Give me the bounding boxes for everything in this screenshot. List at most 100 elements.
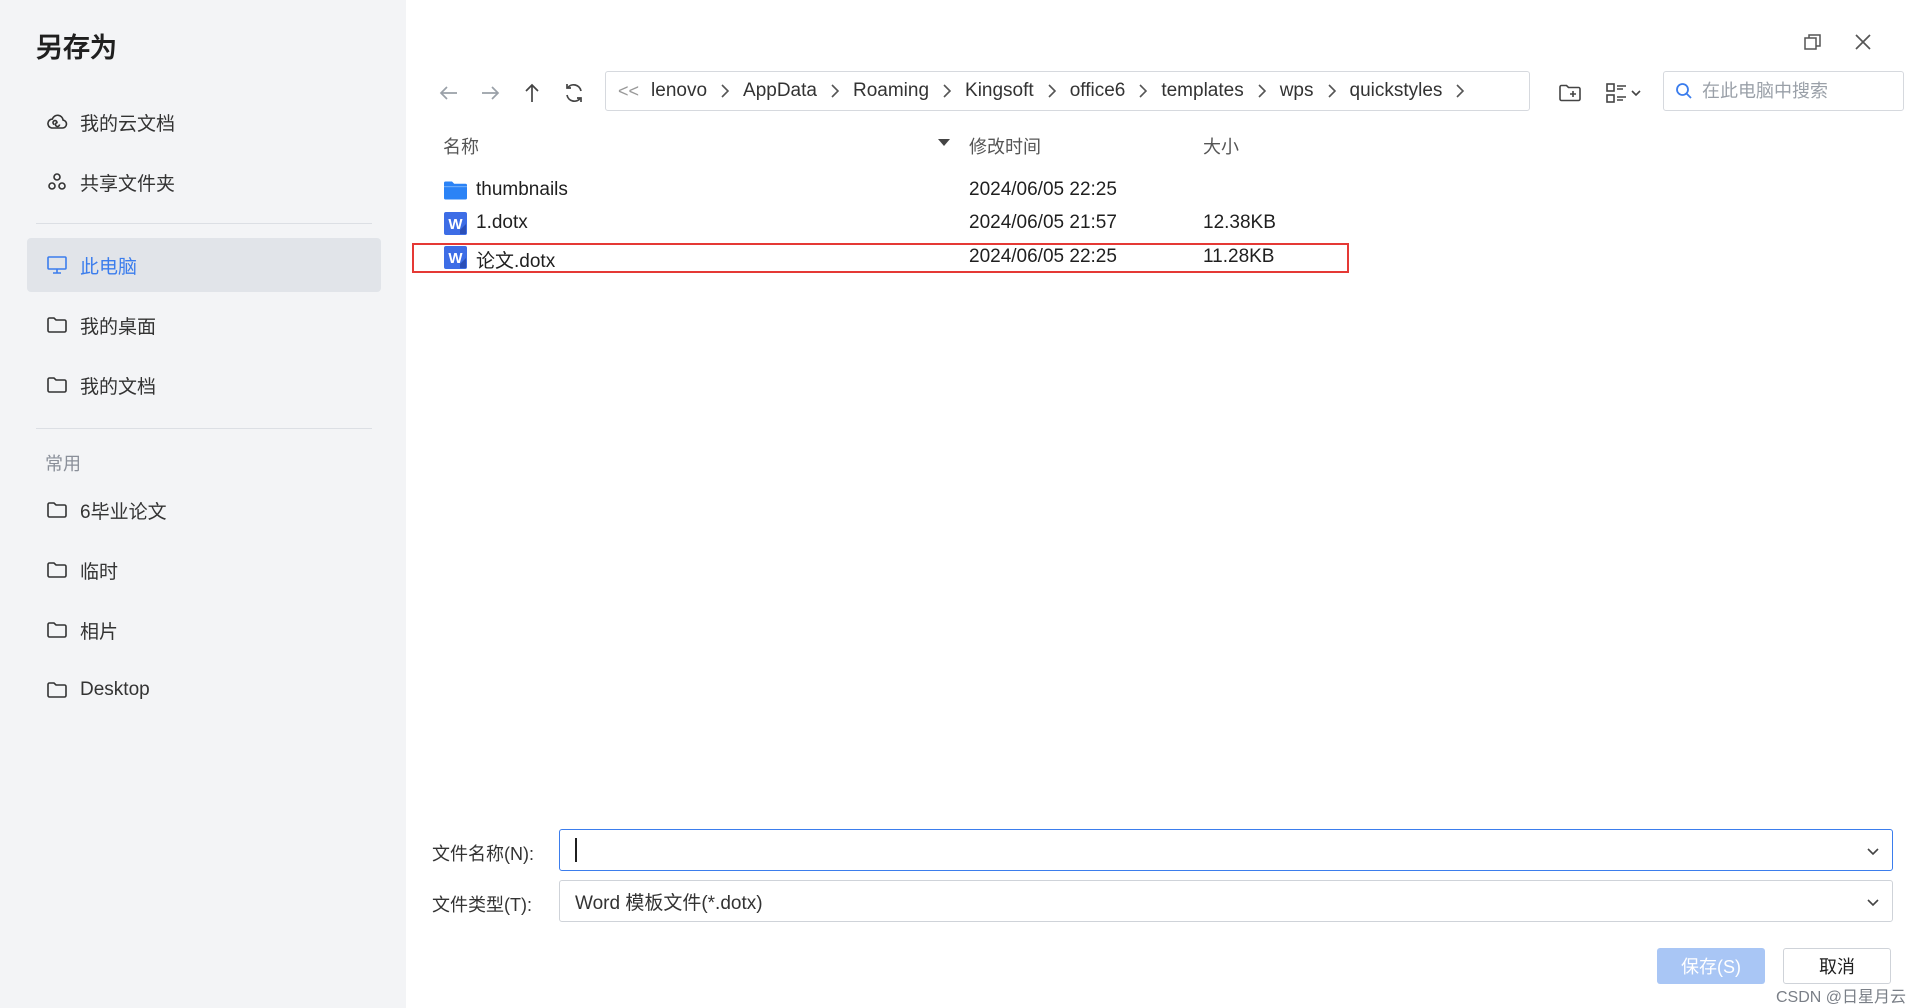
file-name: 论文.dotx xyxy=(476,251,556,272)
sidebar-item-photos[interactable]: 相片 xyxy=(27,603,381,657)
column-header-name[interactable]: 名称 xyxy=(443,133,479,159)
breadcrumb: << lenovo AppData Roaming Kingsoft offic… xyxy=(605,71,1530,111)
sidebar-item-desktop[interactable]: Desktop xyxy=(27,663,381,717)
sidebar-item-label: 相片 xyxy=(80,621,119,643)
forward-button[interactable] xyxy=(473,76,507,110)
file-row-template[interactable]: W 1.dotx 2024/06/05 21:57 12.38KB xyxy=(413,207,1350,240)
file-modified: 2024/06/05 22:25 xyxy=(969,179,1117,200)
share-folder-icon xyxy=(45,170,69,194)
sidebar-item-label: 此电脑 xyxy=(80,256,138,278)
sidebar-item-label: 我的桌面 xyxy=(80,316,157,338)
filename-input[interactable] xyxy=(576,830,1892,870)
breadcrumb-item[interactable]: office6 xyxy=(1070,80,1126,102)
file-modified: 2024/06/05 22:25 xyxy=(969,246,1117,267)
file-row-folder[interactable]: thumbnails 2024/06/05 22:25 xyxy=(413,174,1350,207)
view-list-icon xyxy=(1606,83,1626,103)
restore-icon xyxy=(1804,34,1821,50)
folder-icon xyxy=(45,558,69,582)
file-name: thumbnails xyxy=(476,179,568,200)
chevron-right-icon[interactable] xyxy=(1256,83,1268,99)
wps-doc-icon: W xyxy=(443,245,468,270)
filename-combobox[interactable] xyxy=(559,829,1893,871)
sidebar: 另存为 我的云文档 共享文件夹 此电脑 我的桌面 我的文档 常用 6毕业论文 临… xyxy=(0,0,406,1008)
save-button[interactable]: 保存(S) xyxy=(1657,948,1765,984)
refresh-button[interactable] xyxy=(557,76,591,110)
sidebar-item-label: 我的云文档 xyxy=(80,113,176,135)
computer-icon xyxy=(45,253,69,277)
chevron-right-icon[interactable] xyxy=(719,83,731,99)
search-input[interactable] xyxy=(1702,80,1892,102)
cancel-button[interactable]: 取消 xyxy=(1783,948,1891,984)
sidebar-item-graduation-thesis[interactable]: 6毕业论文 xyxy=(27,483,381,537)
sidebar-item-shared-folder[interactable]: 共享文件夹 xyxy=(27,155,381,209)
search-icon xyxy=(1676,83,1692,99)
file-name: 1.dotx xyxy=(476,212,528,233)
sidebar-item-label: 我的文档 xyxy=(80,376,157,398)
file-size: 12.38KB xyxy=(1203,212,1276,233)
breadcrumb-item[interactable]: wps xyxy=(1280,80,1314,102)
view-mode-button[interactable] xyxy=(1598,76,1648,110)
filetype-label: 文件类型(T): xyxy=(432,895,532,915)
folder-icon xyxy=(45,373,69,397)
sidebar-divider xyxy=(36,428,372,429)
column-header-modified[interactable]: 修改时间 xyxy=(969,133,1041,159)
restore-window-button[interactable] xyxy=(1799,28,1827,56)
breadcrumb-item[interactable]: Roaming xyxy=(853,80,929,102)
back-button[interactable] xyxy=(432,76,466,110)
breadcrumb-item[interactable]: AppData xyxy=(743,80,817,102)
chevron-down-icon[interactable] xyxy=(1864,893,1882,911)
folder-icon xyxy=(45,678,69,702)
close-button[interactable] xyxy=(1849,28,1877,56)
breadcrumb-item[interactable]: templates xyxy=(1161,80,1243,102)
sidebar-item-my-documents[interactable]: 我的文档 xyxy=(27,358,381,412)
breadcrumb-item[interactable]: quickstyles xyxy=(1350,80,1443,102)
arrow-left-icon xyxy=(439,86,457,100)
watermark-text: CSDN @日星月云 xyxy=(1776,989,1907,1006)
chevron-right-icon[interactable] xyxy=(941,83,953,99)
breadcrumb-item[interactable]: lenovo xyxy=(651,80,707,102)
up-button[interactable] xyxy=(515,76,549,110)
sidebar-item-temp[interactable]: 临时 xyxy=(27,543,381,597)
sidebar-divider xyxy=(36,223,372,224)
sidebar-item-this-pc[interactable]: 此电脑 xyxy=(27,238,381,292)
folder-icon xyxy=(45,313,69,337)
sidebar-item-my-desktop[interactable]: 我的桌面 xyxy=(27,298,381,352)
cloud-icon xyxy=(45,110,69,134)
sidebar-item-label: 6毕业论文 xyxy=(80,501,167,523)
chevron-right-icon[interactable] xyxy=(1046,83,1058,99)
file-modified: 2024/06/05 21:57 xyxy=(969,212,1117,233)
sidebar-item-cloud-docs[interactable]: 我的云文档 xyxy=(27,95,381,149)
breadcrumb-overflow[interactable]: << xyxy=(618,81,639,102)
sidebar-item-label: 共享文件夹 xyxy=(80,173,176,195)
new-folder-icon xyxy=(1559,84,1581,102)
chevron-right-icon[interactable] xyxy=(1454,83,1466,99)
folder-icon xyxy=(45,618,69,642)
dialog-title: 另存为 xyxy=(36,33,117,63)
refresh-icon xyxy=(566,84,582,102)
sidebar-item-label: Desktop xyxy=(80,679,150,700)
chevron-right-icon[interactable] xyxy=(1326,83,1338,99)
chevron-right-icon[interactable] xyxy=(829,83,841,99)
chevron-down-icon[interactable] xyxy=(1864,842,1882,860)
filename-label: 文件名称(N): xyxy=(432,844,534,864)
file-row-template-highlighted[interactable]: W 论文.dotx 2024/06/05 22:25 11.28KB xyxy=(413,241,1350,274)
wps-doc-icon: W xyxy=(443,211,468,236)
common-section-label: 常用 xyxy=(45,454,81,474)
sidebar-item-label: 临时 xyxy=(80,561,119,583)
folder-icon xyxy=(45,498,69,522)
close-icon xyxy=(1855,34,1871,50)
new-folder-button[interactable] xyxy=(1553,76,1587,110)
sort-desc-icon[interactable] xyxy=(938,139,950,146)
arrow-up-icon xyxy=(525,83,539,102)
breadcrumb-item[interactable]: Kingsoft xyxy=(965,80,1034,102)
save-as-dialog: 另存为 我的云文档 共享文件夹 此电脑 我的桌面 我的文档 常用 6毕业论文 临… xyxy=(0,0,1920,1008)
arrow-right-icon xyxy=(482,86,500,100)
filetype-select[interactable]: Word 模板文件(*.dotx) xyxy=(559,880,1893,922)
chevron-down-icon xyxy=(1631,90,1641,97)
filetype-value: Word 模板文件(*.dotx) xyxy=(575,892,763,914)
file-size: 11.28KB xyxy=(1203,246,1275,267)
search-box[interactable] xyxy=(1663,71,1904,111)
column-header-size[interactable]: 大小 xyxy=(1203,133,1239,159)
chevron-right-icon[interactable] xyxy=(1137,83,1149,99)
folder-blue-icon xyxy=(443,178,468,203)
